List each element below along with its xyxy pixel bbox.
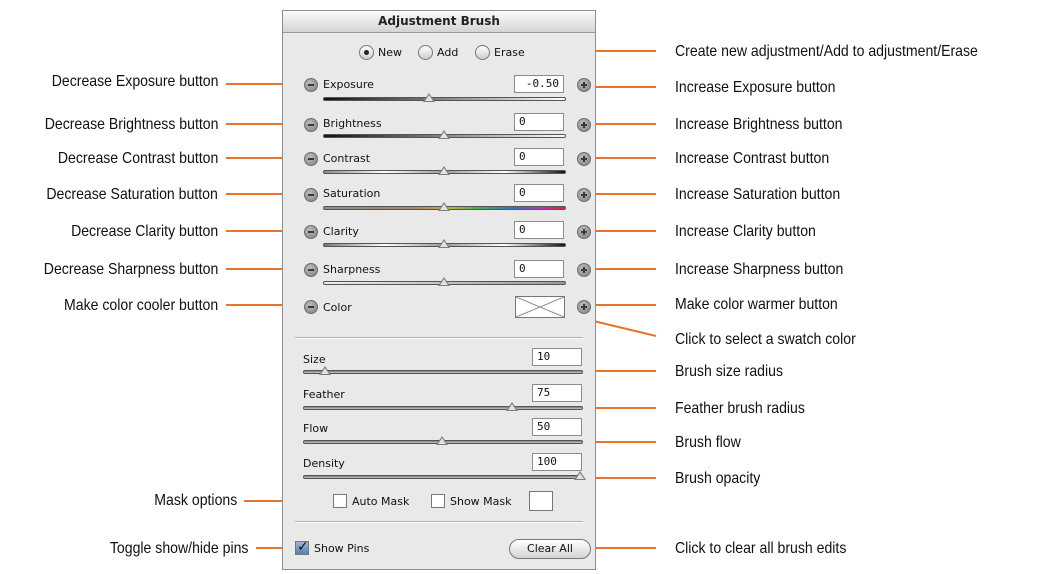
sharpness-field[interactable]: 0	[514, 260, 564, 278]
density-label: Density	[303, 457, 345, 470]
contrast-thumb[interactable]	[438, 166, 450, 175]
decrease-clarity-button[interactable]	[304, 225, 318, 239]
increase-brightness-button[interactable]	[577, 118, 591, 132]
density-track[interactable]	[303, 475, 583, 479]
brightness-field[interactable]: 0	[514, 113, 564, 131]
decrease-brightness-button[interactable]	[304, 118, 318, 132]
brightness-label: Brightness	[323, 117, 382, 130]
size-label: Size	[303, 353, 326, 366]
feather-field[interactable]: 75	[532, 384, 582, 402]
divider	[295, 337, 583, 339]
color-label: Color	[323, 301, 352, 314]
exposure-track[interactable]	[323, 97, 566, 101]
divider	[295, 521, 583, 523]
panel-title: Adjustment Brush	[283, 11, 595, 33]
density-field[interactable]: 100	[532, 453, 582, 471]
show-mask-label: Show Mask	[450, 495, 512, 508]
show-pins-label: Show Pins	[314, 542, 370, 555]
contrast-field[interactable]: 0	[514, 148, 564, 166]
mode-add-label: Add	[437, 46, 459, 59]
decrease-contrast-button[interactable]	[304, 152, 318, 166]
flow-thumb[interactable]	[436, 436, 448, 445]
flow-field[interactable]: 50	[532, 418, 582, 436]
increase-sharpness-button[interactable]	[577, 263, 591, 277]
feather-label: Feather	[303, 388, 345, 401]
make-color-warmer-button[interactable]	[577, 300, 591, 314]
empty-swatch-icon	[516, 297, 564, 317]
adjustment-brush-panel: Adjustment Brush New Add Erase Exposure …	[282, 10, 596, 570]
color-swatch[interactable]	[515, 296, 565, 318]
decrease-saturation-button[interactable]	[304, 188, 318, 202]
exposure-field[interactable]: -0.50	[514, 75, 564, 93]
decrease-sharpness-button[interactable]	[304, 263, 318, 277]
saturation-thumb[interactable]	[438, 202, 450, 211]
mode-new-label: New	[378, 46, 402, 59]
auto-mask-label: Auto Mask	[352, 495, 410, 508]
exposure-label: Exposure	[323, 78, 374, 91]
clarity-thumb[interactable]	[438, 239, 450, 248]
sharpness-thumb[interactable]	[438, 277, 450, 286]
mode-add-radio[interactable]	[418, 45, 433, 60]
mode-erase-label: Erase	[494, 46, 525, 59]
increase-contrast-button[interactable]	[577, 152, 591, 166]
feather-thumb[interactable]	[506, 402, 518, 411]
make-color-cooler-button[interactable]	[304, 300, 318, 314]
brightness-thumb[interactable]	[438, 130, 450, 139]
show-mask-checkbox[interactable]	[431, 494, 445, 508]
increase-clarity-button[interactable]	[577, 225, 591, 239]
mode-new-radio[interactable]	[359, 45, 374, 60]
flow-label: Flow	[303, 422, 329, 435]
contrast-label: Contrast	[323, 152, 371, 165]
size-thumb[interactable]	[319, 366, 331, 375]
mode-erase-radio[interactable]	[475, 45, 490, 60]
increase-saturation-button[interactable]	[577, 188, 591, 202]
density-thumb[interactable]	[574, 471, 586, 480]
size-track[interactable]	[303, 370, 583, 374]
feather-track[interactable]	[303, 406, 583, 410]
clear-all-button[interactable]: Clear All	[509, 539, 591, 559]
clarity-field[interactable]: 0	[514, 221, 564, 239]
saturation-label: Saturation	[323, 187, 381, 200]
show-pins-checkbox[interactable]	[295, 539, 309, 555]
increase-exposure-button[interactable]	[577, 78, 591, 92]
sharpness-label: Sharpness	[323, 263, 381, 276]
decrease-exposure-button[interactable]	[304, 78, 318, 92]
clarity-label: Clarity	[323, 225, 359, 238]
exposure-thumb[interactable]	[423, 93, 435, 102]
size-field[interactable]: 10	[532, 348, 582, 366]
auto-mask-checkbox[interactable]	[333, 494, 347, 508]
saturation-field[interactable]: 0	[514, 184, 564, 202]
mask-color-swatch[interactable]	[529, 491, 553, 511]
